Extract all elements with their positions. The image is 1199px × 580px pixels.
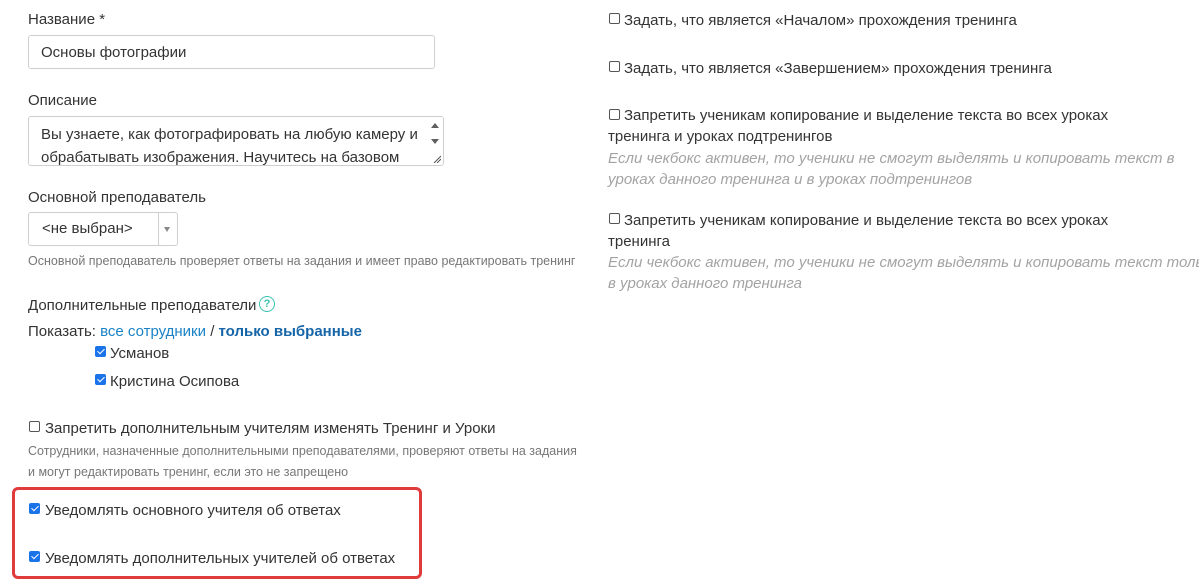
select-divider bbox=[158, 213, 159, 245]
teacher-checkbox-usmanov[interactable] bbox=[95, 346, 106, 357]
forbid-copy-one-hint: Если чекбокс активен, то ученики не смог… bbox=[608, 254, 1199, 292]
forbid-extra-label: Запретить дополнительным учителям изменя… bbox=[45, 420, 496, 437]
end-label: Задать, что является «Завершением» прохо… bbox=[624, 60, 1052, 77]
show-filter: Показать: все сотрудники / только выбран… bbox=[28, 323, 362, 340]
notify-extra-label: Уведомлять дополнительных учителей об от… bbox=[45, 550, 396, 567]
help-icon[interactable]: ? bbox=[259, 296, 275, 312]
notify-extra-checkbox[interactable] bbox=[29, 551, 40, 562]
forbid-copy-one-label: Запретить ученикам копирование и выделен… bbox=[608, 212, 1109, 250]
main-teacher-select[interactable]: <не выбран> bbox=[28, 212, 178, 246]
main-teacher-label: Основной преподаватель bbox=[28, 189, 206, 206]
teacher-name: Усманов bbox=[110, 345, 170, 362]
name-label: Название * bbox=[28, 11, 106, 28]
forbid-copy-all-label: Запретить ученикам копирование и выделен… bbox=[608, 107, 1109, 145]
description-text: Вы узнаете, как фотографировать на любую… bbox=[41, 126, 418, 166]
show-label: Показать: bbox=[28, 323, 96, 340]
extra-teachers-label: Дополнительные преподаватели bbox=[28, 297, 257, 314]
scroll-up-icon[interactable] bbox=[431, 123, 439, 128]
teacher-name: Кристина Осипова bbox=[110, 373, 240, 390]
forbid-extra-checkbox[interactable] bbox=[29, 421, 40, 432]
name-input[interactable] bbox=[28, 35, 435, 69]
teacher-checkbox-osipova[interactable] bbox=[95, 374, 106, 385]
filter-all-link[interactable]: все сотрудники bbox=[100, 323, 206, 340]
scroll-down-icon[interactable] bbox=[431, 139, 439, 144]
description-textarea[interactable]: Вы узнаете, как фотографировать на любую… bbox=[28, 116, 444, 166]
notify-main-label: Уведомлять основного учителя об ответах bbox=[45, 502, 341, 519]
main-teacher-hint: Основной преподаватель проверяет ответы … bbox=[28, 254, 576, 268]
main-teacher-selected: <не выбран> bbox=[42, 220, 133, 237]
forbid-extra-hint: Сотрудники, назначенные дополнительными … bbox=[28, 444, 577, 479]
resize-handle-icon[interactable] bbox=[433, 155, 441, 163]
filter-selected-link[interactable]: только выбранные bbox=[219, 323, 362, 340]
start-label: Задать, что является «Началом» прохожден… bbox=[624, 12, 1017, 29]
end-checkbox[interactable] bbox=[609, 61, 620, 72]
filter-separator: / bbox=[210, 323, 215, 340]
description-label: Описание bbox=[28, 92, 98, 109]
notify-main-checkbox[interactable] bbox=[29, 503, 40, 514]
chevron-down-icon bbox=[164, 227, 170, 232]
start-checkbox[interactable] bbox=[609, 13, 620, 24]
forbid-copy-all-hint: Если чекбокс активен, то ученики не смог… bbox=[608, 150, 1175, 188]
